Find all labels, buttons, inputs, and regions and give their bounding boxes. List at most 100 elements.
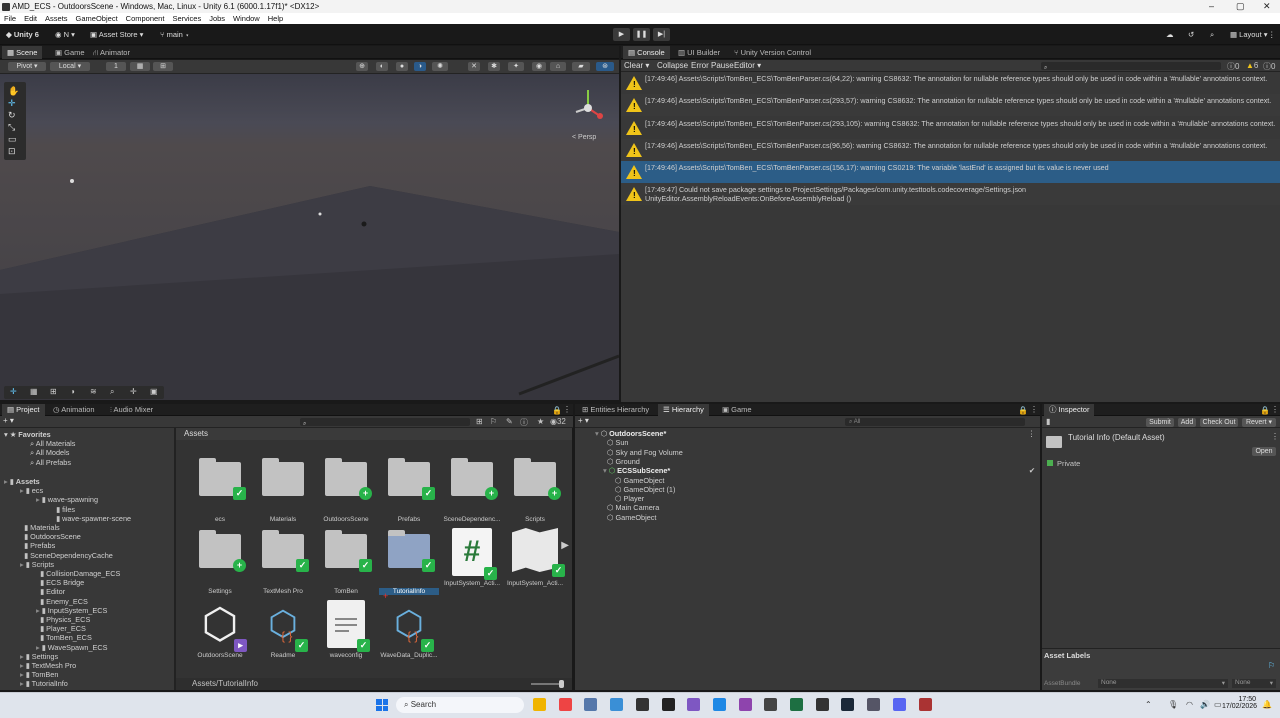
unity-version-button[interactable]: ◆ Unity 6 (6, 28, 39, 41)
menu-file[interactable]: File (0, 13, 20, 24)
wifi-icon[interactable]: ◠ (1186, 700, 1193, 709)
windows-start-icon[interactable] (376, 699, 388, 711)
close-icon[interactable]: ✕ (1263, 0, 1271, 13)
menu-assets[interactable]: Assets (41, 13, 72, 24)
info-filter[interactable]: ⓘ0 (1263, 61, 1275, 72)
asset-item[interactable]: ⬡{ } ✓ Readme (253, 600, 313, 659)
asset-item[interactable]: ✓ TomBen (316, 528, 376, 595)
taskbar-search[interactable]: ⌕ Search (396, 697, 524, 713)
tree-item[interactable]: ▸ ▮ TomBen (20, 670, 58, 679)
asset-item[interactable]: Materials (253, 456, 313, 523)
console-entry[interactable]: ! [17:49:46] Assets\Scripts\TomBen_ECS\To… (621, 117, 1280, 139)
warning-filter[interactable]: ▲6 (1246, 61, 1258, 70)
hierarchy-item[interactable]: ⬡ Main Camera (603, 503, 1035, 512)
error-filter[interactable]: ⓘ0 (1227, 61, 1239, 72)
filter-info-icon[interactable]: ⓘ (520, 417, 528, 428)
add-button[interactable]: Add (1178, 418, 1196, 427)
favorite-item[interactable]: ⌕ All Models (30, 448, 69, 457)
tree-item[interactable]: ▮ Physics_ECS (36, 615, 90, 624)
asset-item[interactable]: ✓ TextMesh Pro (253, 528, 313, 595)
inspector-menu-icon[interactable]: ⋮ (1271, 405, 1279, 414)
branch-dropdown[interactable]: ⑂ main ▾ (160, 28, 189, 41)
asset-item[interactable]: + SceneDependenc... (442, 456, 502, 523)
overlay-shading-icon[interactable]: ◑ (70, 387, 75, 396)
asset-store-button[interactable]: ▣ Asset Store ▾ (90, 28, 143, 41)
overlay-snap-icon[interactable]: ⊞ (50, 387, 57, 396)
discord-icon[interactable] (892, 698, 906, 711)
tree-item[interactable]: ▸ ▮ wave-spawning (36, 495, 98, 504)
tab-version-control[interactable]: ⑂ Unity Version Control (729, 46, 816, 59)
tab-console[interactable]: ▤ Console (623, 46, 670, 59)
rect-tool-icon[interactable]: ▭ (8, 134, 17, 145)
tab-scene[interactable]: ▦ Scene (2, 46, 43, 59)
hierarchy-item[interactable]: ⬡ GameObject (611, 476, 1035, 485)
tab-game[interactable]: ▣ Game (50, 46, 90, 59)
orientation-icon[interactable]: ⊕ (356, 62, 368, 71)
asset-item[interactable]: + Scripts (505, 456, 565, 523)
asset-bundle-dropdown[interactable]: None ▾ (1098, 679, 1228, 688)
file-explorer-icon[interactable] (533, 698, 546, 711)
panel-menu-icon[interactable]: ⋮ (563, 405, 571, 414)
revert-button[interactable]: Revert ▾ (1242, 418, 1276, 427)
hierarchy-item[interactable]: ⬡ GameObject (1) (611, 485, 1035, 494)
tree-item[interactable]: ▮ Editor (36, 587, 65, 596)
inspector-settings-icon[interactable]: ⋮ (1271, 432, 1279, 441)
gizmos-scene-icon[interactable]: ✦ (508, 62, 524, 71)
tree-item[interactable]: ▮ ECS Bridge (36, 578, 84, 587)
grid-size-field[interactable]: 1 (106, 62, 126, 71)
clear-dropdown[interactable]: Clear ▾ (624, 61, 649, 70)
asset-item[interactable]: ✓ waveconfig (316, 600, 376, 659)
zoom-slider[interactable] (531, 680, 564, 688)
tree-item[interactable]: ▮ Materials (20, 523, 60, 532)
check-out-button[interactable]: Check Out (1200, 418, 1238, 427)
shading-lit-icon[interactable]: ◑ (414, 62, 426, 71)
overlay-pivot-icon[interactable]: ✛ (130, 387, 137, 396)
hierarchy-item[interactable]: ▾ ⬡ ECSSubScene* ✔ (603, 466, 1035, 475)
private-checkbox[interactable] (1047, 460, 1053, 466)
error-pause-toggle[interactable]: Error Pause (691, 61, 734, 70)
account-dropdown[interactable]: ◉ N ▾ (55, 28, 75, 41)
filter-tag-icon[interactable]: ✎ (506, 417, 513, 426)
asset-item[interactable]: ✓ Prefabs (379, 456, 439, 523)
menu-edit[interactable]: Edit (20, 13, 41, 24)
cloud-icon[interactable]: ☁ (1166, 28, 1174, 41)
tray-chevron-icon[interactable]: ⌃ (1145, 700, 1152, 709)
play-button[interactable]: ▶ (613, 28, 630, 41)
app-icon[interactable] (867, 698, 881, 711)
render-mode-icon[interactable]: ▰ (572, 62, 590, 71)
shading-wire-icon[interactable]: ◐ (376, 62, 388, 71)
terminal-icon[interactable] (815, 698, 829, 711)
asset-variant-dropdown[interactable]: None ▾ (1232, 679, 1276, 688)
clock[interactable]: 17:50 17/02/2026 (1222, 696, 1257, 710)
pivot-dropdown[interactable]: Pivot ▾ (8, 62, 46, 71)
lighting-icon[interactable]: ✺ (432, 62, 448, 71)
hierarchy-lock-icon[interactable]: 🔒 (1018, 406, 1028, 415)
tree-item[interactable]: ▸ ▮ Scripts (20, 560, 54, 569)
steam-icon[interactable] (841, 698, 855, 711)
history-icon[interactable]: ↺ (1188, 28, 1194, 41)
vscode-icon[interactable] (712, 698, 726, 711)
excel-icon[interactable] (790, 698, 803, 711)
tree-item[interactable]: ▮ CollisionDamage_ECS (36, 569, 120, 578)
notepad-icon[interactable] (610, 698, 624, 711)
console-search-input[interactable]: ⌕ (1041, 62, 1221, 71)
tab-animator[interactable]: ⛙ Animator (88, 46, 135, 59)
tree-item[interactable]: ▮ Enemy_ECS (36, 597, 88, 606)
tree-item[interactable]: ▮ Prefabs (20, 541, 55, 550)
tree-item[interactable]: ▮ OutdoorsScene (20, 532, 81, 541)
chrome-icon[interactable] (558, 698, 572, 711)
tab-hierarchy[interactable]: ☰ Hierarchy (658, 404, 709, 416)
hierarchy-item[interactable]: ⬡ Sky and Fog Volume (603, 448, 1035, 457)
tab-inspector[interactable]: ⓘ Inspector (1044, 404, 1095, 416)
asset-item[interactable]: # ✓ InputSystem_Acti... (442, 528, 502, 587)
asset-item[interactable]: ✓ ecs (190, 456, 250, 523)
tab-ui-builder[interactable]: ▥ UI Builder (673, 46, 725, 59)
pause-button[interactable]: ❚❚ (633, 28, 650, 41)
obsidian-icon[interactable] (687, 698, 701, 711)
hierarchy-item[interactable]: ⬡ GameObject (603, 513, 1035, 522)
microphone-icon[interactable]: 🎙 (1168, 700, 1178, 709)
tab-audio-mixer[interactable]: ⫶ Audio Mixer (105, 404, 158, 416)
tree-item[interactable]: ▸ ▮ Assets (4, 477, 40, 486)
epic-games-icon[interactable] (661, 698, 675, 711)
project-search-input[interactable]: ⌕ (300, 418, 470, 427)
